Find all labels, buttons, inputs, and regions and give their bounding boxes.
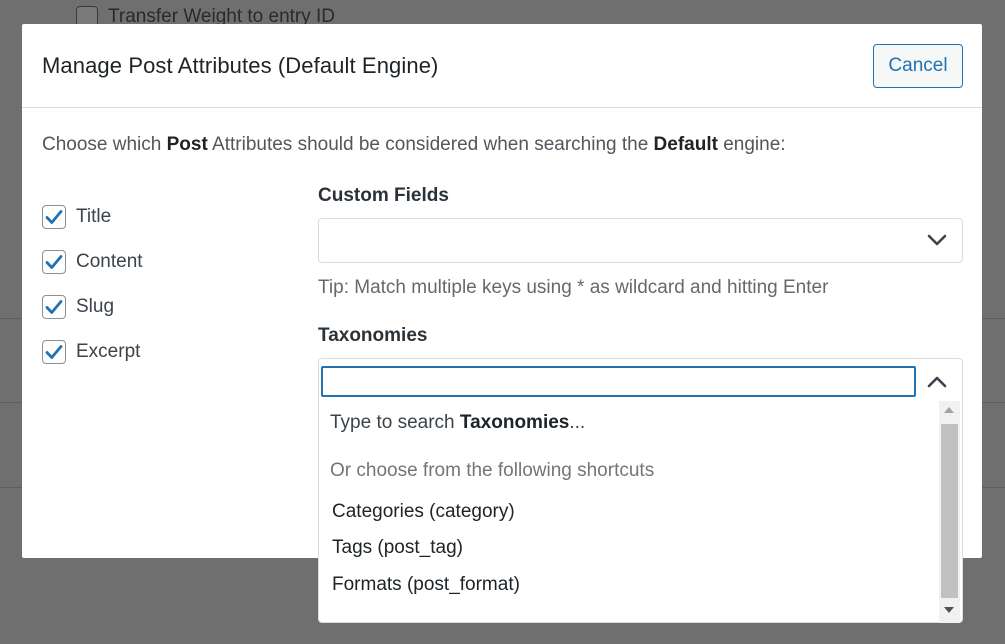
attribute-slug[interactable]: Slug xyxy=(42,284,143,329)
attribute-label: Slug xyxy=(76,295,115,317)
taxonomy-option-categories[interactable]: Categories (category) xyxy=(332,501,515,523)
taxonomy-option-formats[interactable]: Formats (post_format) xyxy=(332,574,520,596)
intro-bold-engine: Default xyxy=(653,134,718,155)
slug-checkbox[interactable] xyxy=(42,294,66,319)
content-checkbox[interactable] xyxy=(42,249,66,274)
intro-part: engine: xyxy=(717,134,786,155)
attribute-content[interactable]: Content xyxy=(42,239,143,284)
custom-fields-tip: Tip: Match multiple keys using * as wild… xyxy=(318,277,829,298)
taxonomies-search-input[interactable] xyxy=(321,366,916,397)
dropdown-scrollbar[interactable] xyxy=(939,401,960,623)
intro-part: Choose which xyxy=(42,134,167,155)
taxonomy-option-tags[interactable]: Tags (post_tag) xyxy=(332,537,463,559)
custom-fields-select[interactable] xyxy=(318,218,963,263)
hint-ellipsis: ... xyxy=(569,412,586,433)
chevron-up-icon[interactable] xyxy=(926,374,948,390)
attribute-label: Content xyxy=(76,250,143,272)
taxonomies-select[interactable]: Type to search Taxonomies... Or choose f… xyxy=(318,358,963,623)
attribute-excerpt[interactable]: Excerpt xyxy=(42,329,143,374)
scroll-down-arrow[interactable] xyxy=(944,607,954,613)
scroll-up-arrow[interactable] xyxy=(944,407,954,413)
checkmark-icon xyxy=(45,209,63,224)
dropdown-search-hint: Type to search Taxonomies... xyxy=(330,412,585,434)
taxonomies-dropdown: Type to search Taxonomies... Or choose f… xyxy=(319,401,962,623)
title-checkbox[interactable] xyxy=(42,204,66,229)
modal-title: Manage Post Attributes (Default Engine) xyxy=(42,52,439,78)
intro-bold-post: Post xyxy=(166,134,208,155)
taxonomies-label: Taxonomies xyxy=(318,325,428,346)
hint-bold: Taxonomies xyxy=(459,412,570,433)
excerpt-checkbox[interactable] xyxy=(42,339,66,364)
intro-text: Choose which Post Attributes should be c… xyxy=(42,134,786,156)
custom-fields-label: Custom Fields xyxy=(318,185,449,206)
attribute-label: Excerpt xyxy=(76,340,141,362)
checkmark-icon xyxy=(45,344,63,359)
intro-part: Attributes should be considered when sea… xyxy=(207,134,654,155)
checkmark-icon xyxy=(45,254,63,269)
cancel-button[interactable]: Cancel xyxy=(873,43,963,88)
hint-text: Type to search xyxy=(330,412,460,433)
attribute-checkbox-list: Title Content Slug Excerpt xyxy=(42,194,143,374)
modal-header: Manage Post Attributes (Default Engine) … xyxy=(22,24,982,108)
attribute-label: Title xyxy=(76,205,112,227)
scrollbar-thumb[interactable] xyxy=(941,424,958,598)
checkmark-icon xyxy=(45,299,63,314)
chevron-down-icon[interactable] xyxy=(926,232,948,248)
shortcuts-heading: Or choose from the following shortcuts xyxy=(330,460,655,481)
attribute-title[interactable]: Title xyxy=(42,194,143,239)
